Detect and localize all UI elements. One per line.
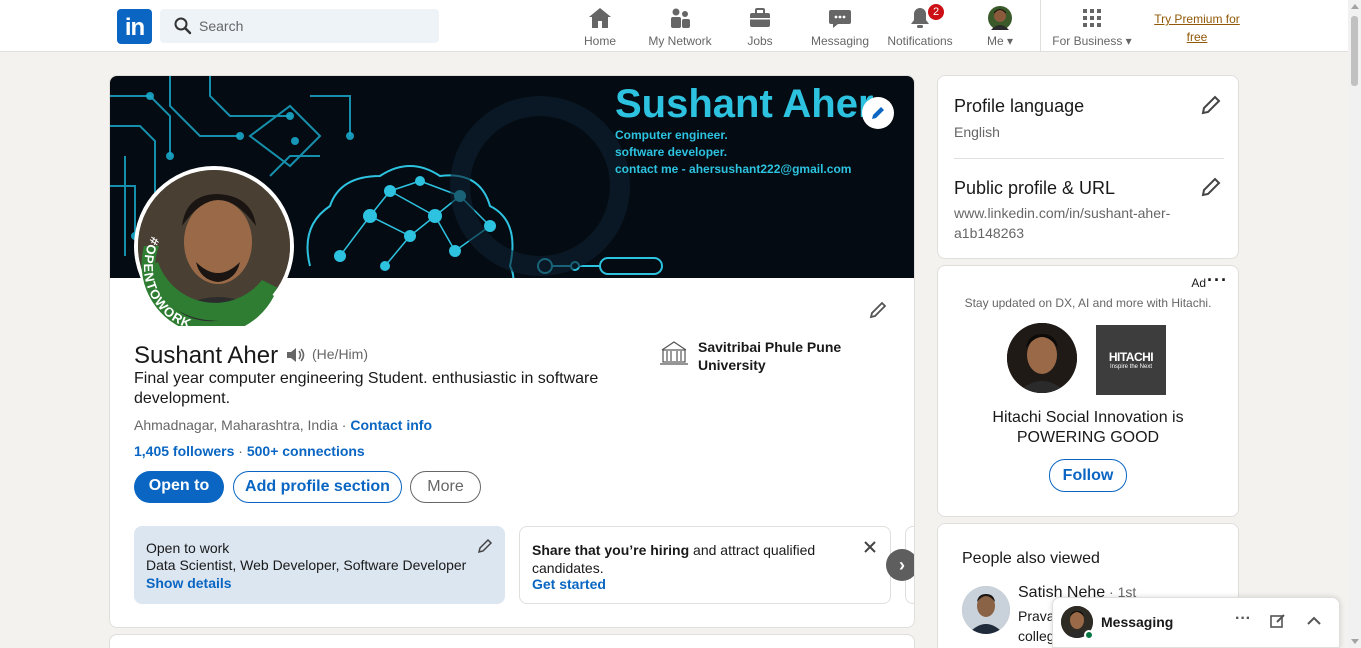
nav-me[interactable]: Me ▾ xyxy=(982,6,1018,48)
nav-for-business[interactable]: For Business ▾ xyxy=(1050,6,1134,48)
online-status-icon xyxy=(1084,630,1094,640)
show-details-link[interactable]: Show details xyxy=(146,575,232,591)
try-premium-link[interactable]: Try Premium for free xyxy=(1150,10,1244,46)
linkedin-logo[interactable]: in xyxy=(117,9,152,44)
edit-intro-pencil-icon[interactable] xyxy=(868,300,888,320)
nav-jobs-label: Jobs xyxy=(747,34,773,48)
nav-home[interactable]: Home xyxy=(580,6,620,48)
chevron-up-icon[interactable] xyxy=(1305,614,1323,628)
open-to-button[interactable]: Open to xyxy=(134,471,224,503)
page-scrollbar[interactable] xyxy=(1348,0,1361,648)
open-to-work-ring: #OPENTOWORK xyxy=(141,235,274,326)
profile-photo[interactable]: #OPENTOWORK xyxy=(134,166,294,326)
person-avatar[interactable] xyxy=(962,586,1010,634)
more-button[interactable]: More xyxy=(410,471,481,503)
nav-my-network[interactable]: My Network xyxy=(645,6,715,48)
carousel-next-button[interactable]: › xyxy=(886,549,914,581)
profile-location-line: Ahmadnagar, Maharashtra, India · Contact… xyxy=(134,417,432,433)
open-to-work-title: Open to work xyxy=(146,540,230,556)
profile-headline: Final year computer engineering Student.… xyxy=(134,370,599,407)
settings-divider xyxy=(954,158,1224,159)
hitachi-logo-text: HITACHI xyxy=(1108,350,1154,364)
ad-label: Ad xyxy=(1191,276,1206,290)
messaging-label: Messaging xyxy=(1101,614,1174,630)
profile-location: Ahmadnagar, Maharashtra, India xyxy=(134,417,338,433)
search-icon xyxy=(174,17,192,35)
scroll-up-arrow-icon[interactable] xyxy=(1351,4,1359,9)
ad-tagline: Stay updated on DX, AI and more with Hit… xyxy=(964,296,1212,310)
network-stats: 1,405 followers · 500+ connections xyxy=(134,443,365,459)
connections-link[interactable]: 500+ connections xyxy=(247,443,365,459)
profile-card: Sushant Aher Computer engineer. software… xyxy=(109,75,915,628)
edit-banner-button[interactable] xyxy=(862,97,894,129)
search-input[interactable]: Search xyxy=(160,9,439,43)
banner-line-1: Computer engineer. xyxy=(615,128,728,142)
people-also-viewed-title: People also viewed xyxy=(962,550,1100,567)
followers-link[interactable]: 1,405 followers xyxy=(134,443,234,459)
profile-pronouns: (He/Him) xyxy=(312,346,368,362)
home-icon xyxy=(589,8,611,28)
next-section-card xyxy=(109,634,915,648)
get-started-link[interactable]: Get started xyxy=(532,576,606,592)
location-separator: · xyxy=(337,417,351,433)
grid-icon xyxy=(1083,9,1101,27)
edit-open-to-work-pencil-icon[interactable] xyxy=(477,538,493,554)
top-navigation-bar: in Search Home My Network Jobs Messaging… xyxy=(0,0,1348,52)
profile-settings-card: Profile language English Public profile … xyxy=(937,75,1239,259)
compose-message-icon[interactable] xyxy=(1269,612,1287,630)
nav-messaging-label: Messaging xyxy=(810,34,870,48)
profile-language-title: Profile language xyxy=(954,96,1085,116)
banner-name-text: Sushant Aher xyxy=(615,82,874,126)
svg-text:#OPENTOWORK: #OPENTOWORK xyxy=(141,235,194,326)
follow-button[interactable]: Follow xyxy=(1049,459,1127,492)
network-icon xyxy=(671,8,690,28)
nav-separator xyxy=(1040,0,1041,52)
banner-line-2: software developer. xyxy=(615,145,728,159)
hitachi-logo: HITACHI Inspire the Next xyxy=(1096,325,1166,395)
nav-for-business-label: For Business ▾ xyxy=(1052,34,1132,48)
ad-options-icon[interactable]: ··· xyxy=(1207,270,1228,291)
nav-home-label: Home xyxy=(583,34,616,48)
messaging-overlay[interactable]: Messaging ··· xyxy=(1052,597,1340,648)
stats-separator: · xyxy=(234,443,247,459)
notification-badge: 2 xyxy=(928,4,944,20)
nav-notifications[interactable]: 2 Notifications xyxy=(884,4,956,48)
nav-notifications-label: Notifications xyxy=(887,34,953,48)
briefcase-icon xyxy=(750,8,770,27)
nav-jobs[interactable]: Jobs xyxy=(740,6,780,48)
messaging-options-icon[interactable]: ··· xyxy=(1235,610,1251,628)
nav-messaging[interactable]: Messaging xyxy=(808,6,872,48)
profile-name: Sushant Aher xyxy=(134,342,279,369)
profile-language-value: English xyxy=(954,124,1000,140)
otw-badge-text: #OPENTOWORK xyxy=(141,235,193,326)
scroll-down-arrow-icon[interactable] xyxy=(1351,639,1359,644)
hitachi-logo-tagline: Inspire the Next xyxy=(1109,364,1153,370)
ad-user-avatar xyxy=(1007,323,1077,393)
university-name[interactable]: Savitribai Phule Pune University xyxy=(698,338,888,374)
person-headline: Prava colleg xyxy=(1018,608,1055,644)
messaging-icon xyxy=(829,10,851,28)
share-hiring-text: Share that you’re hiring and attract qua… xyxy=(532,542,816,576)
search-placeholder: Search xyxy=(199,18,244,34)
open-to-work-roles: Data Scientist, Web Developer, Software … xyxy=(146,557,467,573)
public-profile-title: Public profile & URL xyxy=(954,178,1116,198)
pencil-icon xyxy=(872,107,884,119)
edit-language-pencil-icon[interactable] xyxy=(1200,94,1222,116)
name-pronunciation-speaker-icon[interactable] xyxy=(285,346,305,364)
ad-card: Ad ··· Stay updated on DX, AI and more w… xyxy=(937,265,1239,517)
edit-url-pencil-icon[interactable] xyxy=(1200,176,1222,198)
add-profile-section-button[interactable]: Add profile section xyxy=(233,471,402,503)
contact-info-link[interactable]: Contact info xyxy=(350,417,432,433)
close-icon[interactable] xyxy=(862,539,878,555)
nav-my-network-label: My Network xyxy=(648,34,712,48)
ad-copy: Hitachi Social Innovation is POWERING GO… xyxy=(992,409,1184,446)
open-to-work-card[interactable]: Open to work Data Scientist, Web Develop… xyxy=(134,526,505,604)
scrollbar-thumb[interactable] xyxy=(1351,16,1358,86)
university-logo[interactable] xyxy=(658,340,690,368)
nav-me-label: Me ▾ xyxy=(986,34,1014,48)
banner-line-3: contact me - ahersushant222@gmail.com xyxy=(615,162,852,176)
me-avatar xyxy=(988,6,1012,30)
share-hiring-card[interactable]: Share that you’re hiring and attract qua… xyxy=(519,526,891,604)
public-profile-url: www.linkedin.com/in/sushant-aher-a1b1482… xyxy=(954,205,1171,241)
